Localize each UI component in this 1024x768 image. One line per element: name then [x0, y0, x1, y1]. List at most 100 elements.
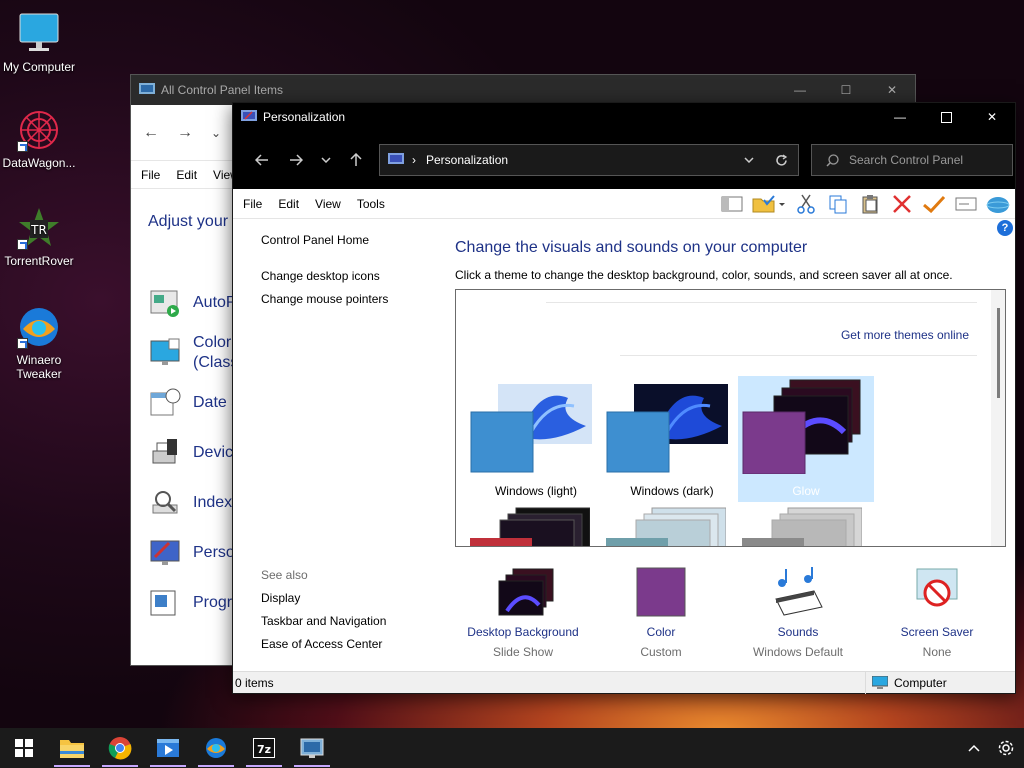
organize-folder-icon[interactable] — [751, 192, 787, 216]
up-arrow-icon[interactable] — [339, 146, 373, 174]
maximize-icon[interactable]: ☐ — [823, 83, 869, 97]
menu-file[interactable]: File — [243, 197, 262, 211]
rename-icon[interactable] — [953, 192, 979, 216]
desktop-icon-label: TorrentRover — [4, 254, 74, 268]
menu-file[interactable]: File — [141, 168, 160, 182]
sounds-setting[interactable]: Sounds Windows Default — [728, 567, 868, 659]
desktop-icon-torrentrover[interactable]: TR TorrentRover — [0, 206, 78, 268]
sounds-link[interactable]: Sounds — [728, 625, 868, 639]
winaero-tweaker-icon — [17, 305, 61, 349]
cut-icon[interactable] — [793, 192, 819, 216]
taskbar-control-panel[interactable] — [288, 728, 336, 768]
screen-saver-value: None — [922, 645, 952, 659]
see-also-display[interactable]: Display — [261, 591, 300, 605]
get-more-themes-link[interactable]: Get more themes online — [841, 328, 969, 342]
desktop-icon-label: DataWagon... — [2, 156, 76, 170]
back-arrow-icon[interactable]: ← — [143, 124, 159, 142]
screen-saver-link[interactable]: Screen Saver — [867, 625, 1007, 639]
cp-item-indexing[interactable]: Indexi — [149, 487, 236, 519]
scrollbar-thumb[interactable] — [997, 308, 1000, 398]
cp-item-programs[interactable]: Progr — [149, 587, 232, 619]
properties-check-icon[interactable] — [921, 192, 947, 216]
search-input[interactable]: Search Control Panel — [811, 144, 1013, 176]
taskbar-winaero-tweaker[interactable] — [192, 728, 240, 768]
torrentrover-icon: TR — [17, 206, 61, 250]
taskbar-chrome[interactable] — [96, 728, 144, 768]
personalization-window[interactable]: Personalization — ✕ › Personalization Se… — [232, 102, 1016, 694]
cp-item-label: Indexi — [193, 494, 236, 511]
taskbar-media-player[interactable] — [144, 728, 192, 768]
background-window-titlebar[interactable]: All Control Panel Items — ☐ ✕ — [131, 75, 915, 105]
delete-icon[interactable] — [889, 192, 915, 216]
theme-windows-dark[interactable]: Windows (dark) — [604, 376, 740, 502]
close-icon[interactable]: ✕ — [869, 83, 915, 97]
background-window-title: All Control Panel Items — [161, 83, 284, 97]
status-zone-label: Computer — [894, 675, 947, 690]
minimize-icon[interactable]: — — [877, 103, 923, 131]
see-also-taskbar-navigation[interactable]: Taskbar and Navigation — [261, 614, 386, 628]
sidebar-change-mouse-pointers[interactable]: Change mouse pointers — [261, 292, 388, 306]
autoplay-icon — [150, 290, 179, 317]
theme-thumbnail-partial — [606, 507, 726, 546]
show-hidden-icons-chevron-icon[interactable] — [960, 728, 988, 768]
address-dropdown-icon[interactable] — [734, 157, 764, 163]
theme-label: Windows (dark) — [630, 484, 714, 498]
minimize-icon[interactable]: — — [777, 83, 823, 97]
breadcrumb-chevron-icon: › — [412, 153, 416, 167]
refresh-icon[interactable] — [764, 153, 798, 167]
theme-windows-light[interactable]: Windows (light) — [468, 376, 604, 502]
page-description: Click a theme to change the desktop back… — [455, 268, 953, 282]
breadcrumb-personalization[interactable]: Personalization — [426, 153, 508, 167]
toolbar — [719, 192, 1011, 216]
menu-view[interactable]: View — [315, 197, 341, 211]
menu-edit[interactable]: Edit — [176, 168, 197, 182]
see-also-ease-of-access[interactable]: Ease of Access Center — [261, 637, 382, 651]
theme-thumbnail-partial — [470, 507, 590, 546]
menu-tools[interactable]: Tools — [357, 197, 385, 211]
theme-label: Glow — [792, 484, 820, 498]
recent-locations-chevron-icon[interactable] — [313, 146, 339, 174]
cp-item-color[interactable]: Color (Class — [149, 333, 238, 373]
sidebar-control-panel-home[interactable]: Control Panel Home — [261, 233, 369, 247]
desktop-background-setting[interactable]: Desktop Background Slide Show — [453, 567, 593, 659]
cp-item-autoplay[interactable]: AutoP — [149, 287, 237, 319]
sidebar-change-desktop-icons[interactable]: Change desktop icons — [261, 269, 380, 283]
maximize-icon[interactable] — [923, 103, 969, 131]
shortcut-arrow-icon — [17, 141, 28, 152]
screen-saver-setting[interactable]: Screen Saver None — [867, 567, 1007, 659]
status-bar: 0 items Computer — [233, 671, 1015, 694]
color-setting[interactable]: Color Custom — [591, 567, 731, 659]
address-bar[interactable]: › Personalization — [379, 144, 799, 176]
desktop-background-link[interactable]: Desktop Background — [453, 625, 593, 639]
help-icon[interactable]: ? — [997, 220, 1013, 236]
status-item-count: 0 items — [235, 675, 274, 690]
desktop-icon-winaero-tweaker[interactable]: Winaero Tweaker — [0, 305, 78, 381]
taskbar-7zip[interactable]: 7z — [240, 728, 288, 768]
copy-icon[interactable] — [825, 192, 851, 216]
taskbar-file-explorer[interactable] — [48, 728, 96, 768]
preview-pane-icon[interactable] — [719, 192, 745, 216]
cp-item-devices[interactable]: Device — [149, 437, 242, 469]
desktop-icon-my-computer[interactable]: My Computer — [0, 12, 78, 74]
globe-icon[interactable] — [985, 192, 1011, 216]
sounds-piano-icon — [772, 567, 824, 619]
theme-list[interactable]: Get more themes online Windows (light) W… — [455, 289, 1006, 547]
cp-item-personalization[interactable]: Perso — [149, 537, 235, 569]
paste-icon[interactable] — [857, 192, 883, 216]
chevron-down-icon[interactable]: ⌄ — [211, 126, 221, 140]
color-link[interactable]: Color — [591, 625, 731, 639]
back-arrow-icon[interactable] — [245, 146, 279, 174]
start-button[interactable] — [0, 728, 48, 768]
settings-gear-icon[interactable] — [988, 728, 1024, 768]
indexing-icon — [152, 491, 178, 514]
close-icon[interactable]: ✕ — [969, 103, 1015, 131]
search-icon — [826, 153, 839, 167]
menu-bar: File Edit View Tools — [233, 189, 1015, 219]
menu-edit[interactable]: Edit — [278, 197, 299, 211]
cp-item-date[interactable]: Date a — [149, 387, 240, 419]
forward-arrow-icon[interactable] — [279, 146, 313, 174]
desktop-icon-datawagon[interactable]: DataWagon... — [0, 108, 78, 170]
forward-arrow-icon[interactable]: → — [177, 124, 193, 142]
theme-glow[interactable]: Glow — [738, 376, 874, 502]
window-titlebar[interactable]: Personalization — ✕ — [233, 103, 1015, 131]
